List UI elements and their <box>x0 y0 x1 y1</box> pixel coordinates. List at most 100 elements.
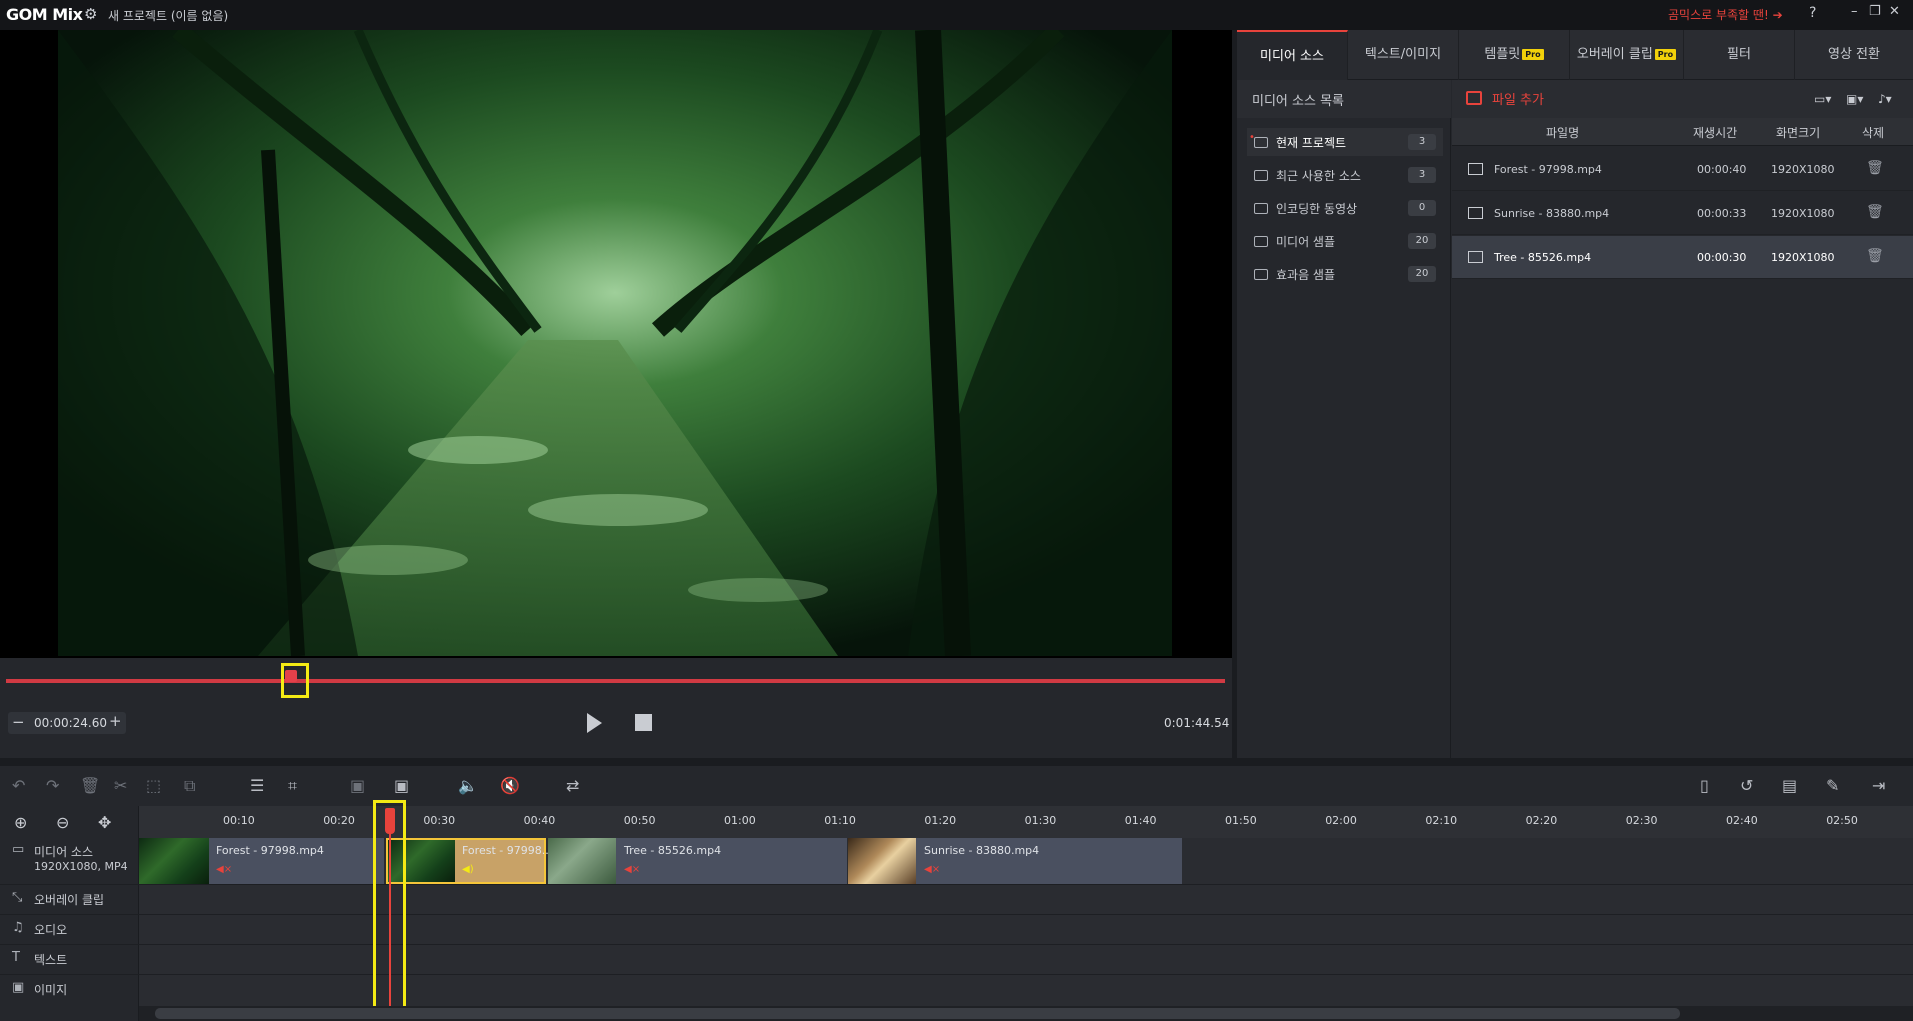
fit-icon[interactable]: ✥ <box>98 813 111 832</box>
save-icon[interactable]: ▤ <box>1782 776 1797 795</box>
trash-icon[interactable]: 🗑 <box>1866 248 1884 264</box>
app-logo: GOM Mix <box>6 5 83 24</box>
stop-icon[interactable] <box>635 714 652 731</box>
volume-icon[interactable]: 🔈 <box>458 776 478 795</box>
timeline-scroll-thumb[interactable] <box>155 1008 1680 1019</box>
source-item-count: 3 <box>1408 134 1436 150</box>
ruler-tick-label: 01:50 <box>1225 814 1257 827</box>
folder-icon <box>1254 236 1268 247</box>
seek-bar[interactable] <box>6 679 1225 683</box>
column-delete: 삭제 <box>1862 126 1885 140</box>
restore-button[interactable]: ❐ <box>1869 4 1881 19</box>
source-item-count: 20 <box>1408 266 1436 282</box>
add-file-icon[interactable] <box>1466 91 1482 105</box>
ruler-tick-label: 00:10 <box>223 814 255 827</box>
folder-icon <box>1254 269 1268 280</box>
volume-icon: ◀) <box>462 864 474 875</box>
film-icon: ▭ <box>12 842 25 857</box>
help-button[interactable]: ? <box>1809 5 1816 21</box>
clip-name: Sunrise - 83880.mp4 <box>924 844 1040 857</box>
tab-filter[interactable]: 필터 <box>1684 30 1795 80</box>
panel-divider[interactable] <box>0 758 1913 766</box>
title-bar <box>0 0 1913 30</box>
clip-thumbnail <box>848 838 916 884</box>
source-item-label: 미디어 샘플 <box>1276 235 1336 249</box>
music-sort-icon[interactable]: ♪▾ <box>1878 92 1892 106</box>
mute-icon[interactable]: 🔇 <box>500 776 520 795</box>
cut-icon[interactable]: ✂ <box>114 776 127 795</box>
ruler-tick-label: 02:50 <box>1826 814 1858 827</box>
tab-transition[interactable]: 영상 전환 <box>1795 30 1913 80</box>
clip-name: Tree - 85526.mp4 <box>624 844 722 857</box>
overlay-icon: ⤡ <box>12 890 23 905</box>
clip-name: Forest - 97998.mp4 <box>216 844 324 857</box>
source-item-label: 최근 사용한 소스 <box>1276 169 1361 183</box>
track-separator <box>0 914 1913 915</box>
video-sort-icon[interactable]: ▭▾ <box>1814 92 1831 106</box>
source-item-count: 0 <box>1408 200 1436 216</box>
ruler-tick-label: 01:20 <box>924 814 957 827</box>
promo-link[interactable]: 곰믹스로 부족할 땐! ➔ <box>1668 6 1783 23</box>
film-icon <box>1468 163 1483 175</box>
track-separator <box>0 944 1913 945</box>
zoom-in-icon[interactable]: ⊕ <box>14 813 27 832</box>
video-preview <box>58 30 1172 656</box>
delete-icon[interactable]: 🗑 <box>80 776 100 795</box>
text-icon: T <box>12 950 20 965</box>
open-project-icon[interactable]: ↺ <box>1740 776 1753 795</box>
playhead-highlight <box>373 800 406 1012</box>
source-item-label: 효과음 샘플 <box>1276 268 1336 282</box>
track-label-text: 텍스트 <box>34 953 68 967</box>
timecode-minus-button[interactable]: − <box>12 713 25 731</box>
image-sort-icon[interactable]: ▣▾ <box>1846 92 1863 106</box>
folder-icon <box>1254 203 1268 214</box>
add-file-button[interactable]: 파일 추가 <box>1492 89 1544 108</box>
folder-icon <box>1254 170 1268 181</box>
track-sublabel-media: 1920X1080, MP4 <box>34 860 128 873</box>
undo-icon[interactable]: ↶ <box>12 776 25 795</box>
file-duration: 00:00:30 <box>1697 251 1747 264</box>
new-project-icon[interactable]: ▯ <box>1700 776 1709 795</box>
trash-icon[interactable]: 🗑 <box>1866 160 1884 176</box>
save-as-icon[interactable]: ✎ <box>1826 776 1839 795</box>
source-item-label: 인코딩한 동영상 <box>1276 202 1358 216</box>
image-next-icon[interactable]: ▣ <box>394 776 409 795</box>
settings-gear-icon[interactable]: ⚙ <box>84 5 97 23</box>
zoom-out-icon[interactable]: ⊖ <box>56 813 69 832</box>
tab-overlay-clip[interactable]: 오버레이 클립 Pro <box>1570 30 1684 80</box>
film-icon <box>1468 251 1483 263</box>
close-button[interactable]: ✕ <box>1889 4 1900 19</box>
file-name: Tree - 85526.mp4 <box>1494 251 1592 264</box>
source-item-count: 20 <box>1408 233 1436 249</box>
player-controls <box>0 658 1232 758</box>
minimize-button[interactable]: – <box>1851 4 1858 19</box>
redo-icon[interactable]: ↷ <box>46 776 59 795</box>
seek-handle-highlight <box>281 663 309 698</box>
detach-icon[interactable]: ⧉ <box>184 776 195 796</box>
image-prev-icon[interactable]: ▣ <box>350 776 365 795</box>
folder-open-icon <box>1254 137 1268 148</box>
file-name: Sunrise - 83880.mp4 <box>1494 207 1610 220</box>
play-icon[interactable] <box>587 713 602 733</box>
project-title: 새 프로젝트 (이름 없음) <box>108 9 229 23</box>
crop-icon[interactable]: ⌗ <box>288 776 297 796</box>
tab-text-image[interactable]: 텍스트/이미지 <box>1348 30 1459 80</box>
select-icon[interactable]: ⬚ <box>146 776 161 795</box>
swap-icon[interactable]: ⇄ <box>566 776 579 795</box>
export-icon[interactable]: ⇥ <box>1872 776 1885 795</box>
timecode-plus-button[interactable]: + <box>109 712 122 730</box>
file-duration: 00:00:40 <box>1697 163 1747 176</box>
ruler-tick-label: 02:10 <box>1425 814 1458 827</box>
tab-template[interactable]: 템플릿 Pro <box>1459 30 1570 80</box>
tab-media-source[interactable]: 미디어 소스 <box>1237 30 1348 80</box>
adjust-icon[interactable]: ☰ <box>250 776 264 795</box>
current-timecode[interactable]: 00:00:24.60 <box>34 716 107 730</box>
ruler-tick-label: 02:20 <box>1525 814 1558 827</box>
clip-thumbnail <box>548 838 616 884</box>
track-separator <box>0 884 1913 885</box>
ruler-tick-label: 00:30 <box>423 814 456 827</box>
ruler-tick-label: 00:20 <box>323 814 355 827</box>
file-resolution: 1920X1080 <box>1771 207 1835 220</box>
track-label-overlay: 오버레이 클립 <box>34 893 105 907</box>
trash-icon[interactable]: 🗑 <box>1866 204 1884 220</box>
